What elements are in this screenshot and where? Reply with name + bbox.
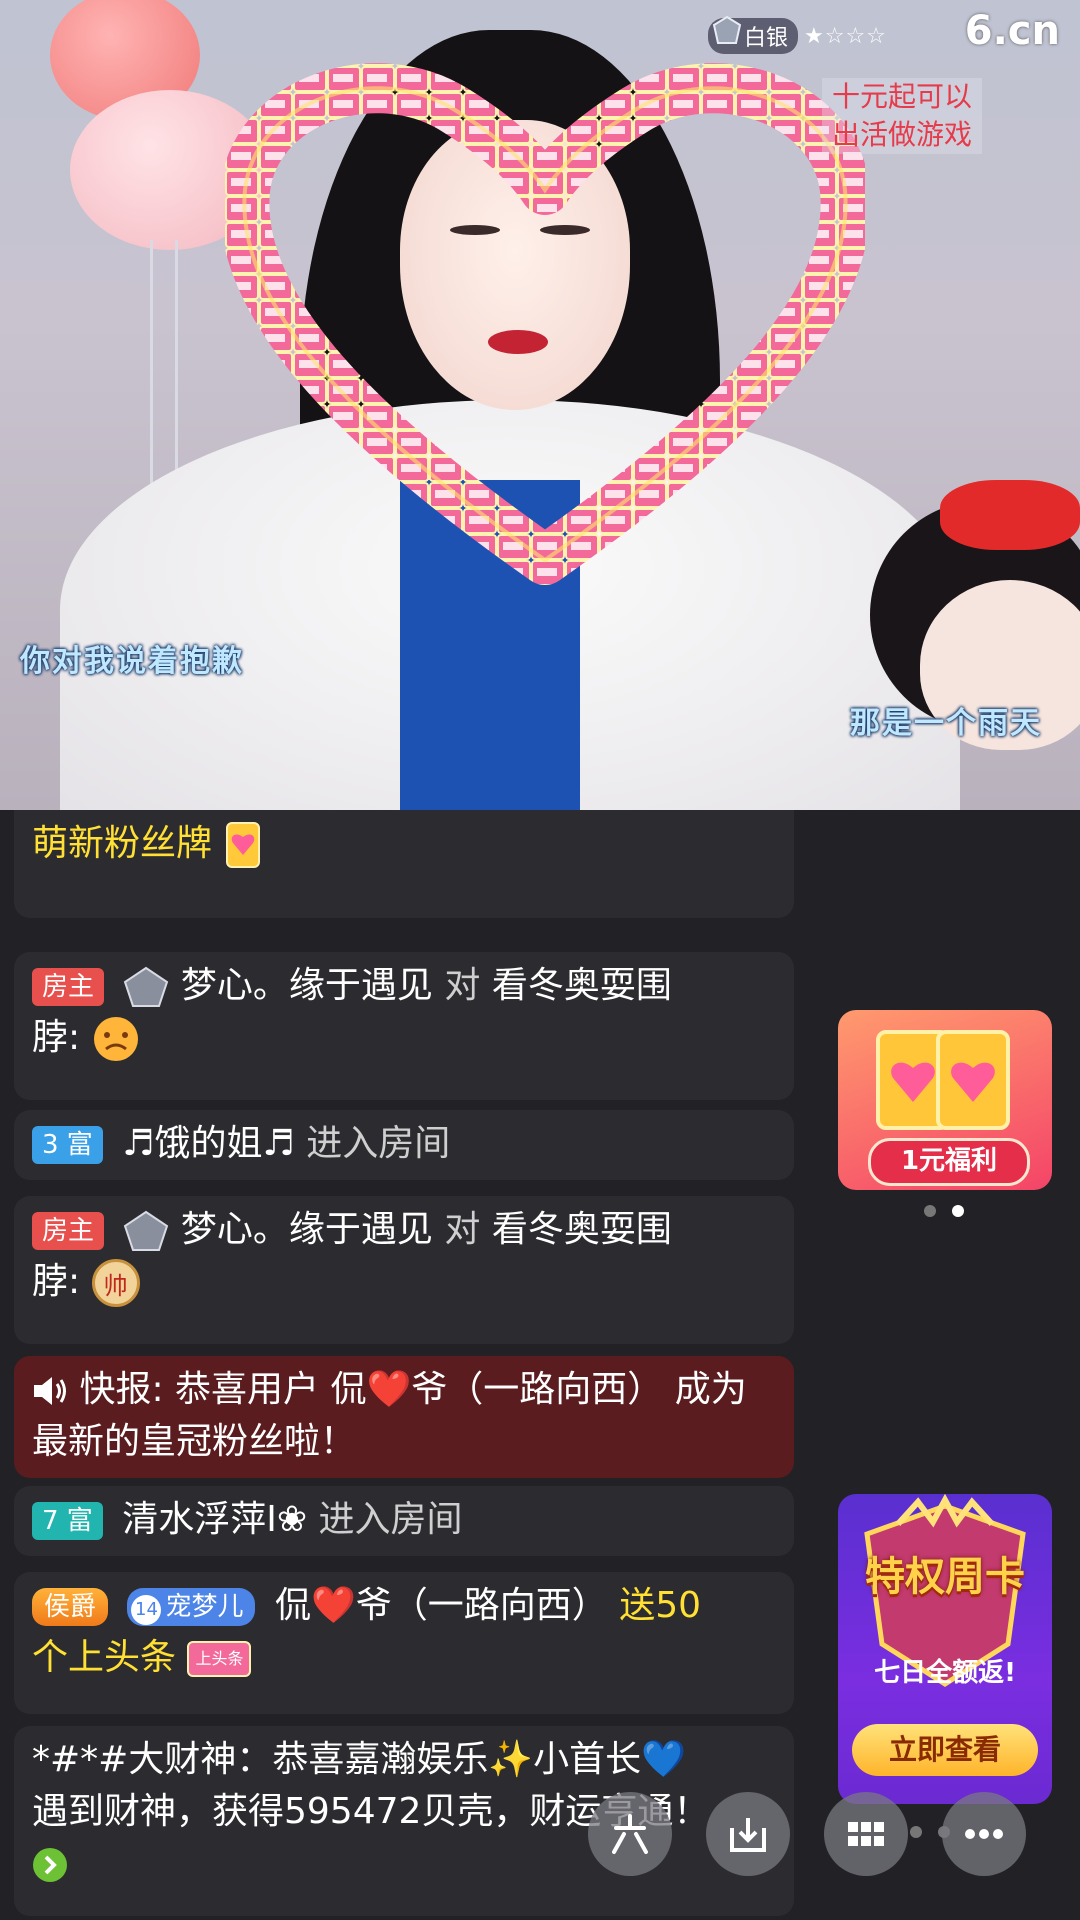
heart-cards-icon xyxy=(876,1030,1010,1130)
chat-target-user[interactable]: 看冬奥耍围 xyxy=(492,1209,672,1250)
speaker-icon xyxy=(34,1377,66,1405)
chat-connector: 对 xyxy=(444,1209,481,1250)
lyric-left: 你对我说着抱歉 xyxy=(20,644,244,679)
silver-rank-icon xyxy=(124,1210,169,1251)
lyric-right: 那是一个雨天 xyxy=(850,706,1042,741)
more-button[interactable] xyxy=(942,1792,1026,1876)
chat-message: 萌新粉丝牌 xyxy=(14,810,794,918)
promo-line-1: 十元起可以 xyxy=(831,80,972,113)
fan-badge-text: 萌新粉丝牌 xyxy=(32,823,213,864)
plush-bow xyxy=(940,480,1080,550)
rank-badge: 白银 xyxy=(708,15,799,54)
chat-message: 房主 梦心。缘于遇见 对 看冬奥耍围 脖: xyxy=(14,952,794,1100)
chat-action: 进入房间 xyxy=(318,1499,463,1540)
card-subtitle: 七日全额返! xyxy=(874,1658,1016,1688)
headline-gift-icon: 上头条 xyxy=(187,1641,252,1677)
download-button[interactable] xyxy=(706,1792,790,1876)
chevron-right-icon[interactable] xyxy=(32,1847,68,1883)
chat-username[interactable]: 清水浮萍I❀ xyxy=(122,1499,307,1540)
noble-badge: 侯爵 xyxy=(32,1588,109,1626)
chat-connector: 对 xyxy=(444,965,481,1006)
host-tag: 房主 xyxy=(32,1212,105,1250)
host-tag: 房主 xyxy=(32,968,105,1006)
apps-grid-button[interactable] xyxy=(824,1792,908,1876)
six-logo-icon xyxy=(612,1814,648,1854)
grid-icon xyxy=(848,1822,884,1846)
chat-username[interactable]: ♬饿的姐♬ xyxy=(122,1123,295,1164)
chess-piece-emoji-icon: 帅 xyxy=(91,1259,140,1307)
crown-fan-alert: 快报: 恭喜用户 侃❤️爷（一路向西） 成为 最新的皇冠粉丝啦！ xyxy=(14,1356,794,1478)
chat-message: 3 富 ♬饿的姐♬ 进入房间 xyxy=(14,1110,794,1180)
silver-rank-icon xyxy=(712,15,742,44)
chat-target-user[interactable]: 看冬奥耍围 xyxy=(492,965,672,1006)
carousel-dot xyxy=(924,1205,936,1217)
fan-club-name: 宠梦儿 xyxy=(165,1592,244,1622)
gift-text-2: 个上头条 xyxy=(32,1637,177,1678)
system-line-1: *#*#大财神：恭喜嘉瀚娱乐✨小首长💙 xyxy=(32,1739,686,1780)
wealth-level-tag: 3 富 xyxy=(32,1126,103,1164)
promo-line-2: 出活做游戏 xyxy=(831,118,972,151)
chat-tail: 脖: xyxy=(32,1261,81,1302)
fan-badge-card-icon xyxy=(226,822,261,868)
alert-line-1: 快报: 恭喜用户 侃❤️爷（一路向西） 成为 xyxy=(79,1369,747,1410)
fan-club-badge: 14 宠梦儿 xyxy=(127,1588,256,1626)
chat-username[interactable]: 梦心。缘于遇见 xyxy=(181,965,433,1006)
live-video[interactable]: 白银 ★☆☆☆ 6.cn 十元起可以 出活做游戏 你对我说着抱歉 那是一个雨天 xyxy=(0,0,1080,810)
heart-gift-animation xyxy=(225,63,865,585)
more-dots-icon xyxy=(965,1829,1003,1839)
shy-emoji-icon xyxy=(93,1017,138,1061)
download-icon xyxy=(730,1818,766,1852)
chat-tail: 脖: xyxy=(32,1017,81,1058)
wealth-level-tag: 7 富 xyxy=(32,1502,103,1540)
gift-message: 侯爵 14 宠梦儿 侃❤️爷（一路向西） 送50 个上头条 上头条 xyxy=(14,1572,794,1714)
anchor-rank[interactable]: 白银 ★☆☆☆ xyxy=(708,15,887,54)
carousel-dots xyxy=(924,1205,964,1217)
privilege-week-card[interactable]: 特权周卡 七日全额返! 立即查看 xyxy=(838,1494,1052,1804)
stream-promo-text: 十元起可以 出活做游戏 xyxy=(822,78,982,154)
gift-text: 送50 xyxy=(619,1585,702,1626)
view-now-button[interactable]: 立即查看 xyxy=(852,1724,1038,1776)
silver-rank-icon xyxy=(124,966,169,1007)
rank-stars: ★☆☆☆ xyxy=(804,23,887,49)
card-title: 特权周卡 xyxy=(865,1554,1025,1600)
alert-line-2: 最新的皇冠粉丝啦！ xyxy=(32,1421,357,1462)
chat-action: 进入房间 xyxy=(306,1123,451,1164)
carousel-dot-active xyxy=(952,1205,964,1217)
chat-list[interactable]: 萌新粉丝牌 房主 梦心。缘于遇见 对 看冬奥耍围 脖: 3 富 ♬饿的姐♬ 进入… xyxy=(14,810,794,1920)
chat-message: 房主 梦心。缘于遇见 对 看冬奥耍围 脖: 帅 xyxy=(14,1196,794,1344)
welfare-button-label: 1元福利 xyxy=(868,1138,1030,1186)
carousel-dot xyxy=(910,1826,922,1838)
chat-username[interactable]: 梦心。缘于遇见 xyxy=(181,1209,433,1250)
chat-username[interactable]: 侃❤️爷（一路向西） xyxy=(275,1585,608,1626)
one-yuan-welfare-card[interactable]: 1元福利 xyxy=(838,1010,1052,1190)
fan-level: 14 xyxy=(131,1595,162,1625)
brand-logo: 6.cn xyxy=(964,8,1060,54)
six-logo-button[interactable] xyxy=(588,1792,672,1876)
chat-message: 7 富 清水浮萍I❀ 进入房间 xyxy=(14,1486,794,1556)
rank-label: 白银 xyxy=(744,26,789,51)
system-message: *#*#大财神：恭喜嘉瀚娱乐✨小首长💙 遇到财神，获得595472贝壳，财运亨通… xyxy=(14,1726,794,1916)
